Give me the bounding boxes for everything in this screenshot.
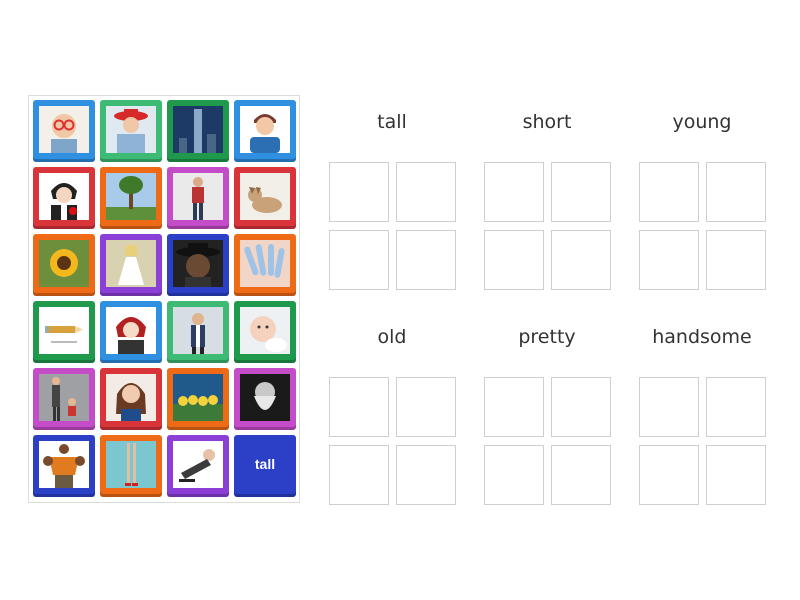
- drop-slot[interactable]: [396, 445, 456, 505]
- tall-tree-image: [106, 173, 156, 220]
- drop-slot[interactable]: [639, 445, 699, 505]
- sunflower-image: [39, 240, 89, 287]
- image-tile[interactable]: [100, 167, 162, 229]
- drop-slot[interactable]: [706, 377, 766, 437]
- old-bearded-man-image: [240, 374, 290, 421]
- tall-and-short-figures-image: [39, 374, 89, 421]
- skyscraper-image: [173, 106, 223, 153]
- anime-boy-red-hair-image: [106, 307, 156, 354]
- tall-man-standing-image: [173, 173, 223, 220]
- category-title: old: [377, 326, 407, 348]
- drop-slot[interactable]: [706, 230, 766, 290]
- drop-slot[interactable]: [329, 162, 389, 222]
- image-tile[interactable]: [234, 301, 296, 363]
- baby-image: [240, 307, 290, 354]
- old-man-falling-image: [173, 441, 223, 488]
- image-tile[interactable]: [100, 234, 162, 296]
- drop-slot[interactable]: [639, 230, 699, 290]
- image-tile[interactable]: [234, 167, 296, 229]
- girl-red-hat-image: [106, 106, 156, 153]
- category-title: young: [672, 111, 732, 133]
- image-tile[interactable]: [33, 234, 95, 296]
- image-tile[interactable]: [167, 301, 229, 363]
- old-man-hat-image: [173, 240, 223, 287]
- word-tile-label: tall: [254, 456, 276, 472]
- anime-boy-rose-image: [39, 173, 89, 220]
- drop-slot[interactable]: [484, 162, 544, 222]
- drop-slot[interactable]: [484, 377, 544, 437]
- drop-slot[interactable]: [396, 377, 456, 437]
- girl-white-dress-image: [106, 240, 156, 287]
- image-tile[interactable]: [33, 368, 95, 430]
- drop-slot[interactable]: [484, 445, 544, 505]
- businessman-image: [173, 307, 223, 354]
- drop-slot[interactable]: [329, 445, 389, 505]
- image-tile[interactable]: [100, 435, 162, 497]
- image-tile[interactable]: [33, 301, 95, 363]
- puppy-image: [240, 173, 290, 220]
- word-tile[interactable]: tall: [234, 435, 296, 497]
- image-tile[interactable]: [167, 435, 229, 497]
- pretty-woman-image: [106, 374, 156, 421]
- category-title: pretty: [518, 326, 576, 348]
- drop-slot[interactable]: [329, 230, 389, 290]
- category-title: handsome: [652, 326, 752, 348]
- category-title: short: [522, 111, 572, 133]
- child-with-glasses-image: [39, 106, 89, 153]
- image-tile[interactable]: [234, 100, 296, 162]
- image-tile[interactable]: [167, 234, 229, 296]
- drop-slot[interactable]: [706, 445, 766, 505]
- drop-slot[interactable]: [396, 230, 456, 290]
- cartoon-man-image: [240, 106, 290, 153]
- image-tile[interactable]: [167, 368, 229, 430]
- drop-slot[interactable]: [639, 377, 699, 437]
- drop-slot[interactable]: [551, 230, 611, 290]
- tall-legs-image: [106, 441, 156, 488]
- image-tile[interactable]: [100, 368, 162, 430]
- image-tile[interactable]: [234, 368, 296, 430]
- drop-slot[interactable]: [551, 377, 611, 437]
- short-pencil-image: [39, 307, 89, 354]
- ducklings-image: [173, 374, 223, 421]
- drop-slot[interactable]: [551, 162, 611, 222]
- category-title: tall: [377, 111, 407, 133]
- strong-man-image: [39, 441, 89, 488]
- image-tile[interactable]: [100, 100, 162, 162]
- drop-slot[interactable]: [639, 162, 699, 222]
- image-tile[interactable]: [234, 234, 296, 296]
- drop-slot[interactable]: [484, 230, 544, 290]
- nails-image: [240, 240, 290, 287]
- image-tile[interactable]: [33, 167, 95, 229]
- drop-slot[interactable]: [551, 445, 611, 505]
- image-tile[interactable]: [167, 100, 229, 162]
- drop-slot[interactable]: [329, 377, 389, 437]
- image-tile[interactable]: [33, 100, 95, 162]
- image-tile[interactable]: [100, 301, 162, 363]
- drop-slot[interactable]: [706, 162, 766, 222]
- image-tile[interactable]: [167, 167, 229, 229]
- image-tile[interactable]: [33, 435, 95, 497]
- drop-slot[interactable]: [396, 162, 456, 222]
